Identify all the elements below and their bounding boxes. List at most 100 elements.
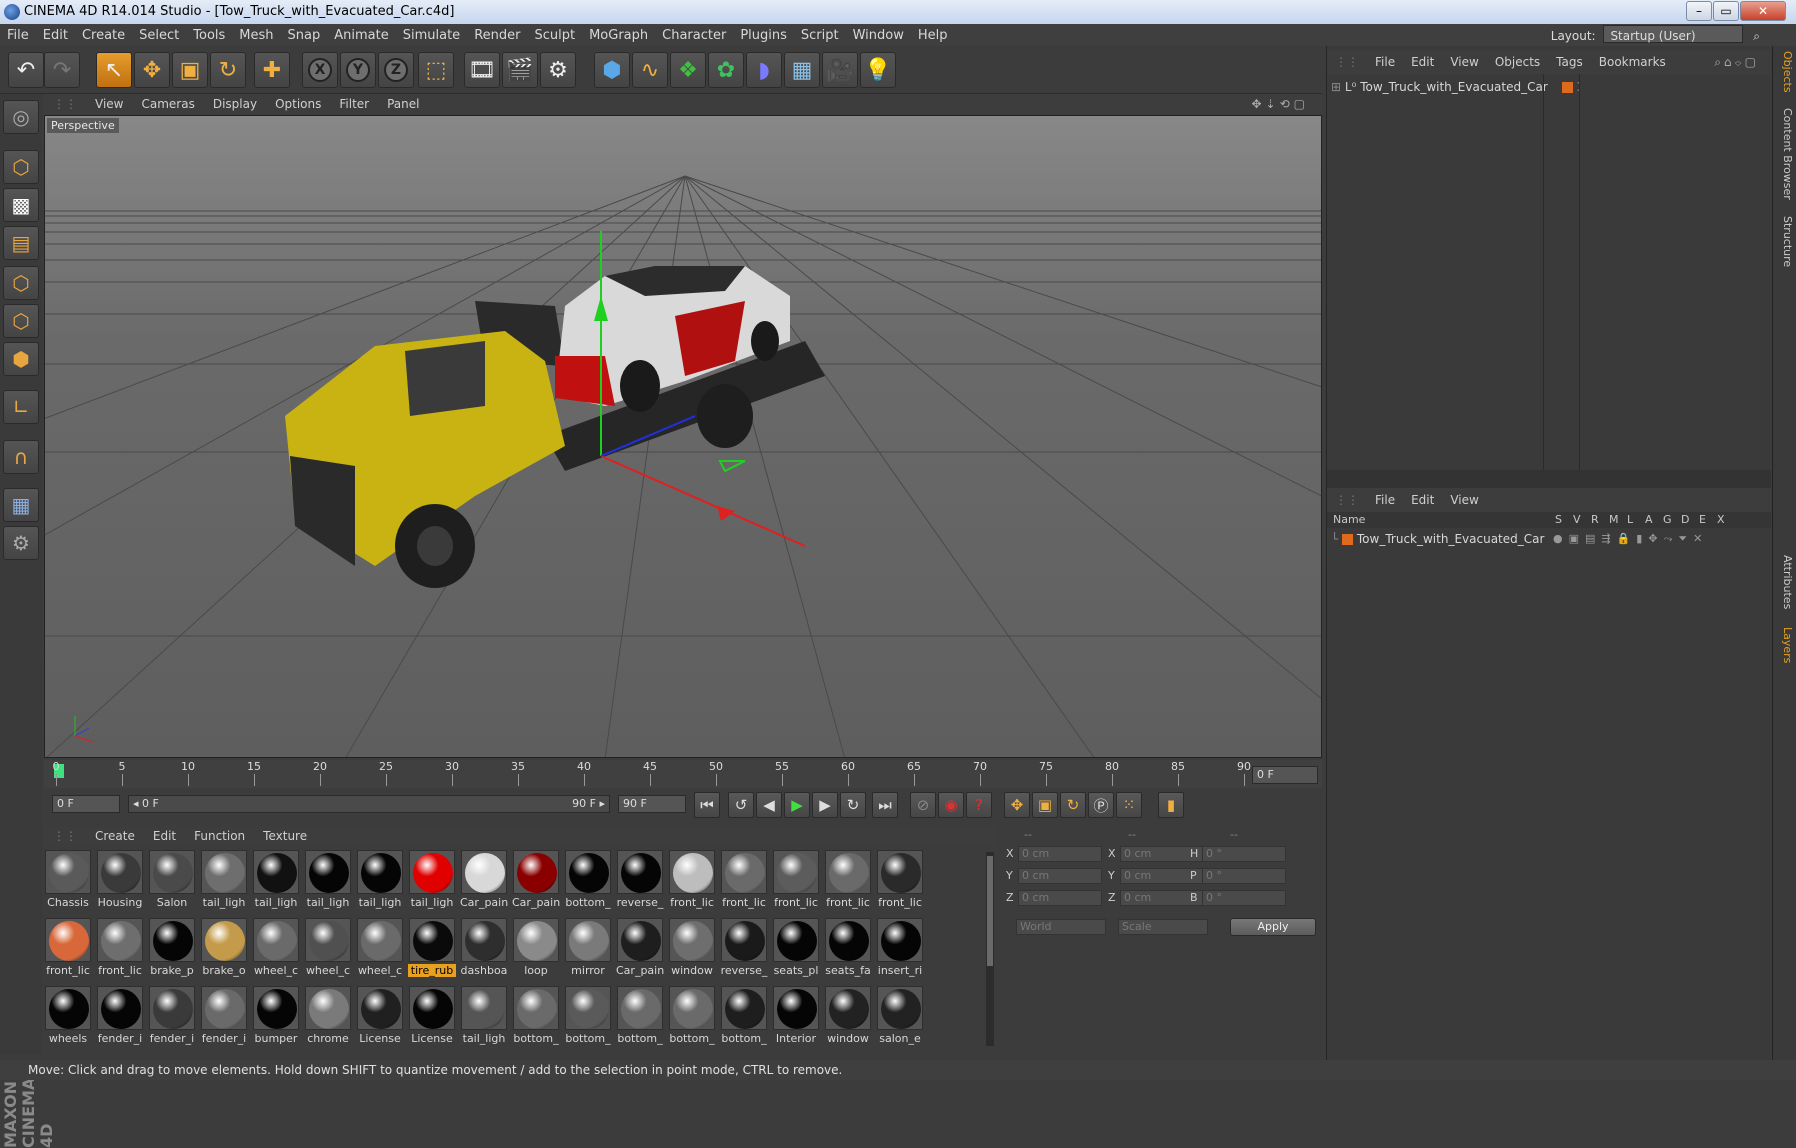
material-swatch[interactable]: seats_fa: [824, 916, 872, 980]
frame-range-slider[interactable]: ◂ 0 F 90 F ▸: [128, 795, 610, 813]
deformer-icon[interactable]: ◗: [746, 52, 782, 88]
maximize-button[interactable]: ▭: [1713, 1, 1739, 21]
material-menu-function[interactable]: Function: [185, 826, 254, 846]
key-scale-icon[interactable]: ▣: [1032, 792, 1058, 818]
key-parameter-icon[interactable]: Ⓟ: [1088, 792, 1114, 818]
key-position-icon[interactable]: ✥: [1004, 792, 1030, 818]
next-key-icon[interactable]: ↻: [840, 792, 866, 818]
side-tab-objects[interactable]: Objects: [1776, 50, 1794, 94]
viewport-menu-panel[interactable]: Panel: [378, 94, 428, 114]
material-swatch[interactable]: bottom_: [512, 984, 560, 1048]
objects-menu-objects[interactable]: Objects: [1487, 50, 1548, 74]
material-swatch[interactable]: front_lic: [44, 916, 92, 980]
material-swatch[interactable]: wheel_c: [252, 916, 300, 980]
render-picture-viewer-icon[interactable]: 🎬: [502, 52, 538, 88]
menu-window[interactable]: Window: [846, 25, 911, 47]
key-pla-icon[interactable]: ⁙: [1116, 792, 1142, 818]
polygons-mode-icon[interactable]: ⬢: [3, 342, 39, 376]
axis-mode-icon[interactable]: ∟: [3, 390, 39, 424]
material-swatch[interactable]: wheel_c: [304, 916, 352, 980]
material-swatch[interactable]: brake_p: [148, 916, 196, 980]
material-swatch[interactable]: window: [824, 984, 872, 1048]
material-swatch[interactable]: Car_pain: [616, 916, 664, 980]
minimize-button[interactable]: –: [1686, 1, 1712, 21]
menu-select[interactable]: Select: [132, 25, 186, 47]
material-swatch[interactable]: tail_ligh: [304, 848, 352, 912]
material-swatch[interactable]: License: [408, 984, 456, 1048]
nurbs-icon[interactable]: ❖: [670, 52, 706, 88]
rotate-tool-icon[interactable]: ↻: [210, 52, 246, 88]
menu-mesh[interactable]: Mesh: [232, 25, 280, 47]
objects-menu-view[interactable]: View: [1442, 50, 1486, 74]
coord-value-field[interactable]: 0 cm: [1018, 846, 1102, 862]
coord-value-field[interactable]: 0 °: [1202, 890, 1286, 906]
cube-primitive-icon[interactable]: ⬢: [594, 52, 630, 88]
material-swatch[interactable]: bottom_: [720, 984, 768, 1048]
texture-mode-icon[interactable]: ▩: [3, 188, 39, 222]
side-tab-layers[interactable]: Layers: [1776, 622, 1794, 668]
side-tab-attributes[interactable]: Attributes: [1776, 552, 1794, 612]
material-swatch[interactable]: front_lic: [876, 848, 924, 912]
material-swatch[interactable]: front_lic: [668, 848, 716, 912]
render-settings-icon[interactable]: ⚙: [540, 52, 576, 88]
objects-menu-file[interactable]: File: [1367, 50, 1403, 74]
object-manager-tools-icons[interactable]: ⌕⌂⌔▢: [1706, 50, 1767, 74]
coord-value-field[interactable]: 0 cm: [1018, 868, 1102, 884]
previous-frame-icon[interactable]: ◀: [756, 792, 782, 818]
coord-value-field[interactable]: 0 °: [1202, 846, 1286, 862]
coord-value-field[interactable]: 0 cm: [1018, 890, 1102, 906]
material-menu-create[interactable]: Create: [86, 826, 144, 846]
menu-simulate[interactable]: Simulate: [396, 25, 467, 47]
material-swatch[interactable]: salon_e: [876, 984, 924, 1048]
next-frame-icon[interactable]: ▶: [812, 792, 838, 818]
move-tool-icon[interactable]: ✥: [134, 52, 170, 88]
material-swatch[interactable]: Car_pain: [460, 848, 508, 912]
material-swatch[interactable]: fender_i: [148, 984, 196, 1048]
material-swatch[interactable]: tail_ligh: [356, 848, 404, 912]
camera-icon[interactable]: 🎥: [822, 52, 858, 88]
material-swatch[interactable]: wheels: [44, 984, 92, 1048]
material-swatch[interactable]: bottom_: [668, 984, 716, 1048]
layer-color-icon[interactable]: [1342, 534, 1354, 545]
start-frame-field[interactable]: 0 F: [52, 795, 120, 813]
points-mode-icon[interactable]: ⬡: [3, 266, 39, 300]
key-rotation-icon[interactable]: ↻: [1060, 792, 1086, 818]
menu-tools[interactable]: Tools: [186, 25, 232, 47]
snap-magnet-icon[interactable]: ∩: [3, 440, 39, 474]
menu-create[interactable]: Create: [75, 25, 132, 47]
material-swatch[interactable]: Car_pain: [512, 848, 560, 912]
timeline-ruler[interactable]: 0 5 10 15 20 25 30 35 40 45 50 55 60 65 70 75 80 85 90 0 F: [44, 760, 1322, 788]
material-menu-edit[interactable]: Edit: [144, 826, 185, 846]
search-icon[interactable]: ⌕: [1753, 29, 1760, 43]
side-tab-content-browser[interactable]: Content Browser: [1776, 106, 1794, 202]
floor-scene-icon[interactable]: ▦: [784, 52, 820, 88]
material-swatch[interactable]: tail_ligh: [200, 848, 248, 912]
objects-menu-bookmarks[interactable]: Bookmarks: [1591, 50, 1674, 74]
layout-dropdown[interactable]: Startup (User): [1603, 25, 1744, 43]
material-swatch[interactable]: dashboa: [460, 916, 508, 980]
menu-file[interactable]: File: [0, 25, 36, 47]
menu-snap[interactable]: Snap: [281, 25, 328, 47]
material-swatch[interactable]: Chassis: [44, 848, 92, 912]
menu-sculpt[interactable]: Sculpt: [527, 25, 582, 47]
expand-icon[interactable]: ⊞: [1331, 80, 1341, 94]
material-swatch[interactable]: tail_ligh: [460, 984, 508, 1048]
z-axis-lock-icon[interactable]: Z: [378, 52, 414, 88]
object-name[interactable]: Tow_Truck_with_Evacuated_Car: [1360, 80, 1548, 94]
menu-help[interactable]: Help: [911, 25, 955, 47]
material-swatch[interactable]: mirror: [564, 916, 612, 980]
material-swatch[interactable]: Housing: [96, 848, 144, 912]
close-button[interactable]: ✕: [1740, 1, 1786, 21]
current-frame-field[interactable]: 0 F: [1252, 766, 1318, 784]
material-swatch[interactable]: insert_ri: [876, 916, 924, 980]
workplane-icon[interactable]: ▤: [3, 226, 39, 260]
material-swatch[interactable]: fender_i: [96, 984, 144, 1048]
viewport-menu-display[interactable]: Display: [204, 94, 266, 114]
end-frame-field[interactable]: 90 F: [618, 795, 686, 813]
material-swatch[interactable]: front_lic: [824, 848, 872, 912]
autokey-icon[interactable]: ◉: [938, 792, 964, 818]
layer-row[interactable]: └ Tow_Truck_with_Evacuated_Car ●▣▤⇶🔒▮✥⤳⏷…: [1331, 530, 1761, 548]
material-tag-icon[interactable]: [1561, 82, 1573, 93]
layers-menu-view[interactable]: View: [1442, 488, 1486, 512]
coord-value-field[interactable]: 0 °: [1202, 868, 1286, 884]
